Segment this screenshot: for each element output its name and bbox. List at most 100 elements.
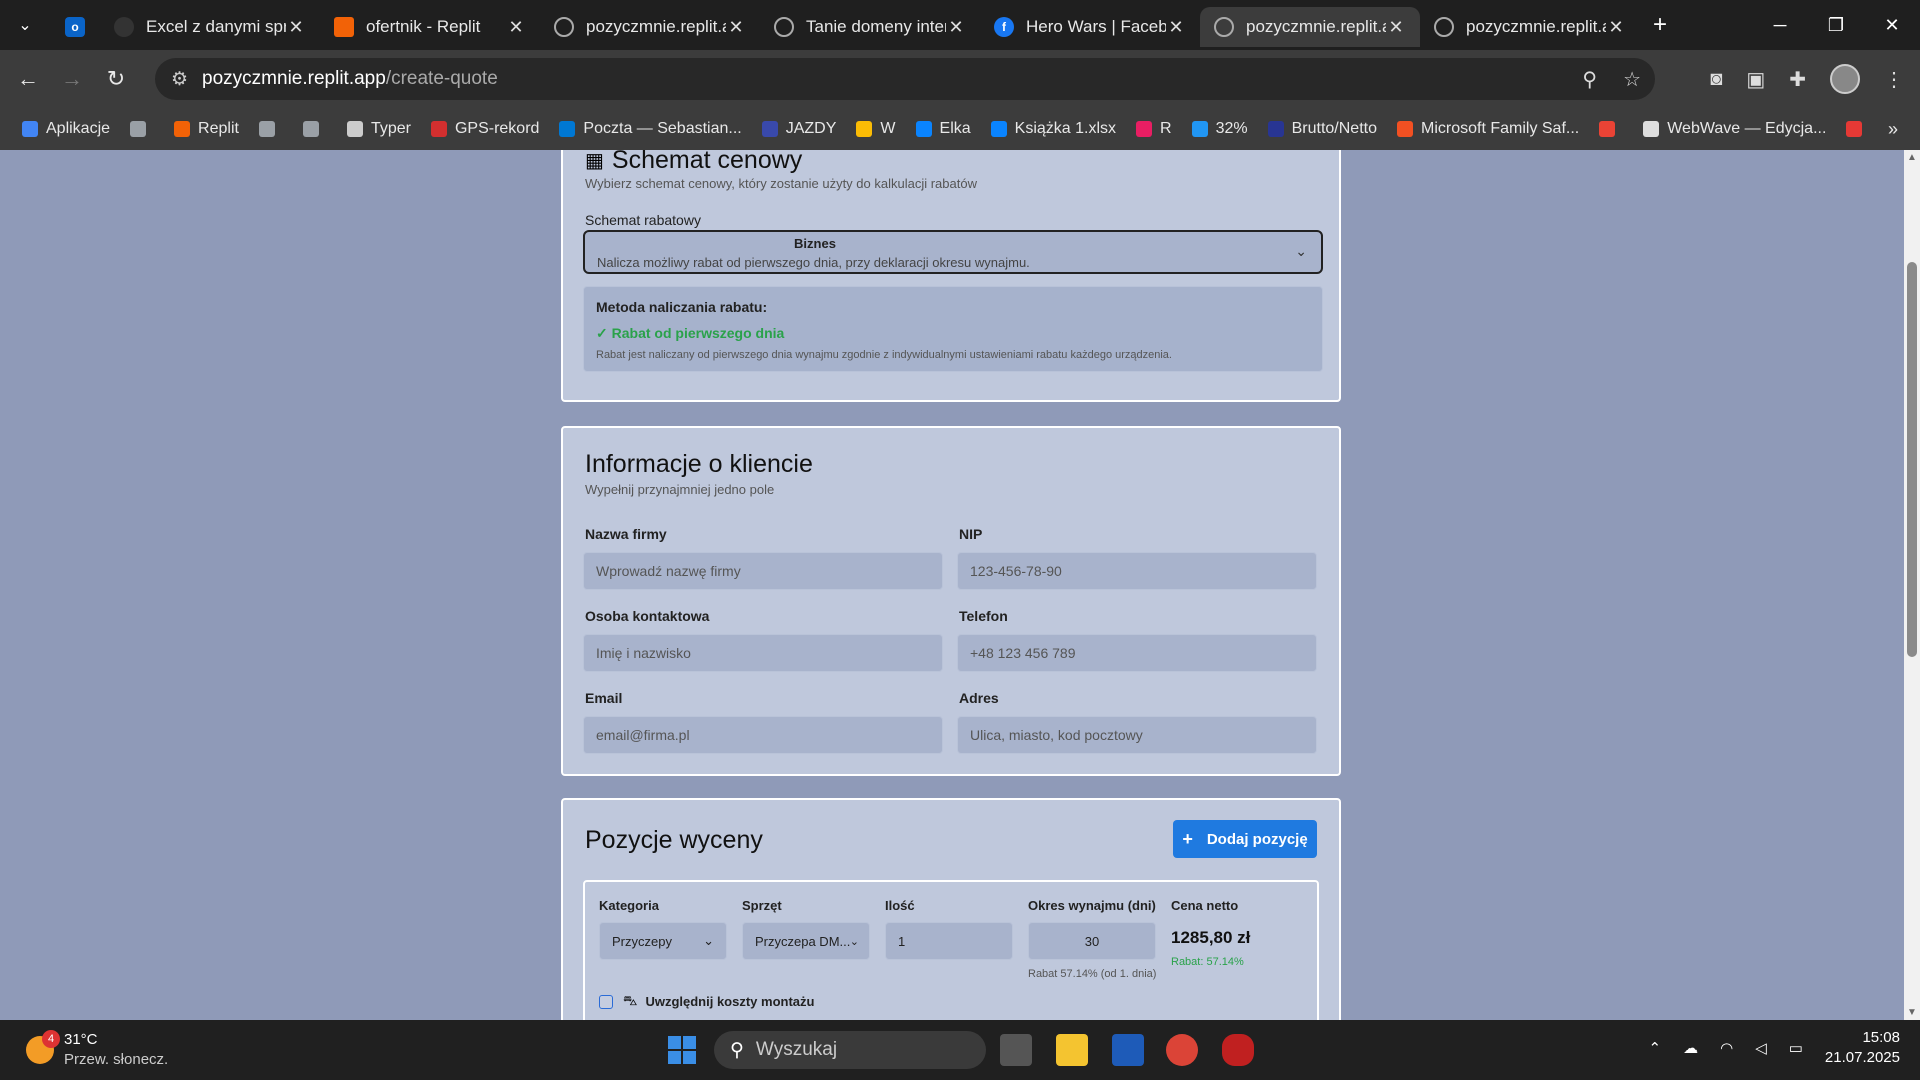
- clock[interactable]: 15:08 21.07.2025: [1825, 1028, 1900, 1068]
- page-scrollbar[interactable]: ▲ ▼: [1904, 150, 1920, 1020]
- file-explorer-icon[interactable]: [1056, 1034, 1088, 1066]
- bookmark-item[interactable]: JAZDY: [761, 120, 836, 138]
- volume-icon[interactable]: ◁: [1755, 1039, 1767, 1057]
- tab-ofertnik[interactable]: ofertnik - Replit ✕: [320, 7, 540, 47]
- back-icon[interactable]: ←: [6, 66, 50, 92]
- tab-search-button[interactable]: ⌄: [0, 0, 50, 50]
- bookmark-icon: [1599, 121, 1616, 137]
- close-icon[interactable]: ✕: [726, 17, 746, 38]
- app-icon[interactable]: [1222, 1034, 1254, 1066]
- category-select[interactable]: Przyczepy ⌄: [599, 922, 727, 960]
- site-info-icon[interactable]: ⚙: [171, 68, 188, 91]
- bookmark-item[interactable]: Replit: [174, 120, 239, 138]
- bookmark-item[interactable]: Microsoft Family Saf...: [1396, 120, 1579, 138]
- chrome-icon[interactable]: [1166, 1034, 1198, 1066]
- replit-icon: [334, 17, 354, 37]
- extensions-icon[interactable]: ✚: [1789, 67, 1806, 92]
- tab-pozyczmnie-3[interactable]: pozyczmnie.replit.ap ✕: [1420, 7, 1640, 47]
- taskbar-search[interactable]: ⚲ Wyszukaj: [714, 1031, 986, 1069]
- assembly-checkbox[interactable]: [599, 994, 613, 1009]
- bookmark-item[interactable]: Aplikacje: [22, 120, 110, 138]
- bookmark-icon: [1267, 121, 1284, 137]
- reload-icon[interactable]: ↻: [94, 66, 138, 92]
- bookmark-item[interactable]: [258, 121, 283, 137]
- client-subtitle: Wypełnij przynajmniej jedno pole: [585, 482, 775, 497]
- bookmark-item[interactable]: [302, 121, 327, 137]
- clock-time: 15:08: [1862, 1029, 1900, 1046]
- plus-icon: +: [1182, 828, 1193, 849]
- bookmark-icon: [346, 121, 363, 137]
- bookmark-item[interactable]: Elka: [915, 120, 971, 138]
- bookmark-item[interactable]: R: [1136, 120, 1172, 138]
- close-icon[interactable]: ✕: [1386, 17, 1406, 38]
- scrollbar-thumb[interactable]: [1907, 262, 1917, 657]
- restore-icon[interactable]: ❐: [1808, 0, 1864, 50]
- windows-taskbar: 4 31°C Przew. słonecz. ⚲ Wyszukaj ⌃ ☁ ◠ …: [0, 1020, 1920, 1080]
- tab-excel[interactable]: Excel z danymi sprz ✕: [100, 7, 320, 47]
- close-icon[interactable]: ✕: [946, 17, 966, 38]
- tab-outlook[interactable]: o: [50, 7, 100, 47]
- close-icon[interactable]: ✕: [1166, 17, 1186, 38]
- price-value: 1285,80 zł: [1171, 928, 1251, 947]
- bookmark-item[interactable]: [1846, 121, 1870, 137]
- scroll-down-icon[interactable]: ▼: [1907, 1007, 1917, 1018]
- tab-domeny[interactable]: Tanie domeny intern ✕: [760, 7, 980, 47]
- bookmark-icon: [559, 121, 576, 137]
- wifi-icon[interactable]: ◠: [1720, 1039, 1733, 1057]
- tab-pozyczmnie-active[interactable]: pozyczmnie.replit.ap ✕: [1200, 7, 1420, 47]
- contact-field[interactable]: Imię i nazwisko: [583, 634, 943, 672]
- bookmark-star-icon[interactable]: ☆: [1623, 67, 1641, 92]
- bookmarks-overflow-icon[interactable]: »: [1888, 119, 1898, 140]
- zoom-icon[interactable]: ⚲: [1582, 67, 1597, 92]
- cast-icon[interactable]: ▣: [1746, 67, 1765, 92]
- address-field[interactable]: Ulica, miasto, kod pocztowy: [957, 716, 1317, 754]
- car-icon: ⛍: [623, 992, 638, 1008]
- bookmark-item[interactable]: Książka 1.xlsx: [990, 120, 1116, 138]
- add-item-button[interactable]: + Dodaj pozycję: [1173, 820, 1317, 858]
- bookmark-item[interactable]: WebWave — Edycja...: [1643, 120, 1826, 138]
- tab-label: Tanie domeny intern: [806, 17, 946, 36]
- close-icon[interactable]: ✕: [1606, 17, 1626, 38]
- company-field[interactable]: Wprowadź nazwę firmy: [583, 552, 943, 590]
- equipment-select[interactable]: Przyczepa DM... ⌄: [742, 922, 870, 960]
- close-window-icon[interactable]: ✕: [1864, 0, 1920, 50]
- phone-field[interactable]: +48 123 456 789: [957, 634, 1317, 672]
- store-icon[interactable]: [1112, 1034, 1144, 1066]
- nip-field[interactable]: 123-456-78-90: [957, 552, 1317, 590]
- scheme-select[interactable]: Biznes Nalicza możliwy rabat od pierwsze…: [583, 230, 1323, 274]
- bookmark-item[interactable]: Poczta — Sebastian...: [559, 120, 742, 138]
- menu-icon[interactable]: ⋮: [1884, 67, 1904, 92]
- windows-start-icon[interactable]: [666, 1034, 698, 1066]
- email-field[interactable]: email@firma.pl: [583, 716, 943, 754]
- new-tab-button[interactable]: +: [1640, 11, 1680, 39]
- battery-icon[interactable]: ▭: [1789, 1039, 1803, 1057]
- bookmark-item[interactable]: W: [856, 120, 896, 138]
- bookmark-item[interactable]: Brutto/Netto: [1267, 120, 1377, 138]
- close-icon[interactable]: ✕: [506, 17, 526, 38]
- address-bar[interactable]: ⚙ pozyczmnie.replit.app/create-quote ⚲ ☆: [155, 58, 1655, 100]
- tab-pozyczmnie-1[interactable]: pozyczmnie.replit.ap ✕: [540, 7, 760, 47]
- camera-icon[interactable]: ◙: [1710, 68, 1722, 91]
- bookmark-item[interactable]: 32%: [1191, 120, 1248, 138]
- contact-label: Osoba kontaktowa: [585, 608, 710, 624]
- forward-icon[interactable]: →: [50, 66, 94, 92]
- bookmark-item[interactable]: GPS-rekord: [430, 120, 539, 138]
- globe-icon: [1214, 17, 1234, 37]
- onedrive-icon[interactable]: ☁: [1683, 1039, 1698, 1057]
- assembly-option[interactable]: ⛍ Uwzględnij koszty montażu: [599, 992, 814, 1011]
- tab-hero-wars[interactable]: f Hero Wars | Facebo ✕: [980, 7, 1200, 47]
- bookmark-item[interactable]: [1599, 121, 1623, 137]
- minimize-icon[interactable]: ─: [1752, 0, 1808, 50]
- weather-widget[interactable]: 4 31°C Przew. słonecz.: [26, 1030, 168, 1070]
- avatar[interactable]: [1830, 64, 1860, 94]
- close-icon[interactable]: ✕: [286, 17, 306, 38]
- scroll-up-icon[interactable]: ▲: [1907, 152, 1917, 163]
- task-view-icon[interactable]: [1000, 1034, 1032, 1066]
- chevron-up-icon[interactable]: ⌃: [1649, 1039, 1662, 1057]
- quantity-field[interactable]: 1: [885, 922, 1013, 960]
- bookmark-item[interactable]: [130, 121, 154, 137]
- weather-badge: 4: [42, 1030, 60, 1048]
- bookmark-item[interactable]: Typer: [346, 120, 411, 138]
- period-field[interactable]: 30: [1028, 922, 1156, 960]
- chevron-down-icon: ⌄: [1295, 243, 1307, 259]
